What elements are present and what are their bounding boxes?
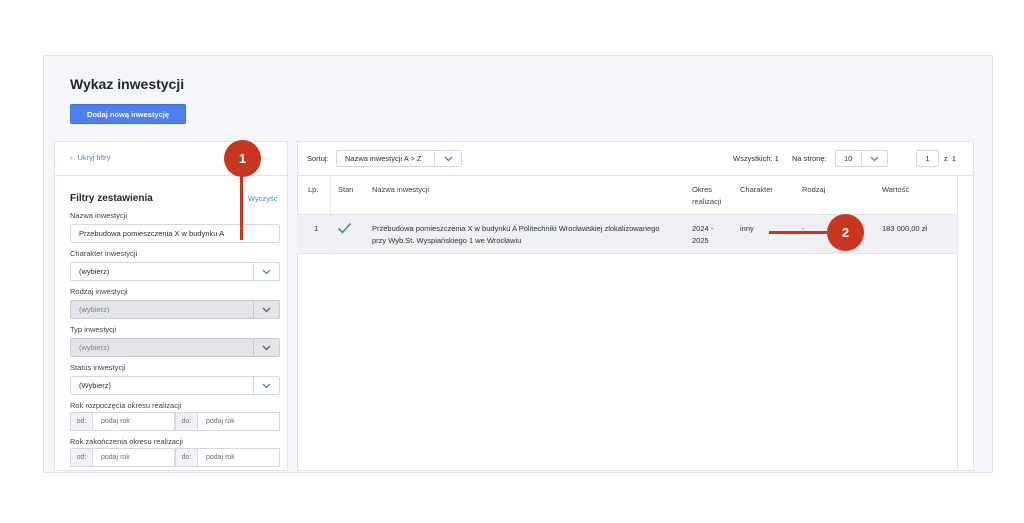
sort-label: Sortuj: <box>307 154 329 163</box>
chevron-down-icon <box>253 339 279 356</box>
header-lp: Lp. <box>308 185 319 194</box>
start-year-to-input[interactable]: podaj rok <box>198 412 280 431</box>
status-filter-select[interactable]: (Wybierz) <box>70 376 280 395</box>
sort-select[interactable]: Nazwa inwestycji A > Z <box>336 150 462 167</box>
row-name[interactable]: Przebudowa pomieszczenia X w budynku A P… <box>372 223 660 247</box>
row-name-line1: Przebudowa pomieszczenia X w budynku A P… <box>372 224 660 233</box>
row-period-line2: 2025 <box>692 236 709 245</box>
row-lp: 1 <box>314 224 319 233</box>
filters-title: Filtry zestawienia <box>70 193 153 204</box>
checkmark-icon <box>337 222 352 238</box>
annotation-pointer-1 <box>240 176 243 240</box>
kind-filter-value: (wybierz) <box>79 305 110 314</box>
column-divider <box>330 176 331 254</box>
total-count: Wszystkich: 1 <box>733 154 779 163</box>
annotation-marker-2: 2 <box>827 214 864 251</box>
to-prefix: do: <box>175 448 198 467</box>
table-edge <box>957 176 958 470</box>
header-period-line1: Okres <box>692 185 713 194</box>
header-period[interactable]: Okres realizacji <box>692 184 721 208</box>
type-filter-label: Typ inwestycji <box>70 325 117 334</box>
chevron-down-icon <box>253 301 279 318</box>
header-kind[interactable]: Rodzaj <box>802 184 825 196</box>
add-investment-button[interactable]: Dodaj nową inwestycję <box>70 104 186 124</box>
page-of-label: z <box>944 154 948 163</box>
clear-filters-link[interactable]: Wyczyść <box>248 194 278 203</box>
from-prefix: od: <box>70 412 93 431</box>
end-year-to-input[interactable]: podaj rok <box>198 448 280 467</box>
character-filter-value: (wybierz) <box>79 267 110 276</box>
header-character[interactable]: Charakter <box>740 184 773 196</box>
row-period: 2024 - 2025 <box>692 223 713 247</box>
per-page-value: 10 <box>844 154 853 163</box>
page-of: z 1 <box>944 154 956 163</box>
chevron-left-icon: ‹ <box>70 153 73 162</box>
divider <box>54 175 288 176</box>
end-year-from-input[interactable]: podaj rok <box>93 448 175 467</box>
name-filter-label: Nazwa inwestycji <box>70 211 128 220</box>
end-year-label: Rok zakończenia okresu realizacji <box>70 437 183 446</box>
character-filter-label: Charakter inwestycji <box>70 249 138 258</box>
start-year-from-input[interactable]: podaj rok <box>93 412 175 431</box>
hide-filters-label: Ukryj filtry <box>77 153 111 162</box>
annotation-pointer-2 <box>769 231 829 234</box>
to-prefix: do: <box>175 412 198 431</box>
chevron-down-icon[interactable] <box>861 151 887 166</box>
status-filter-label: Status inwestycji <box>70 363 126 372</box>
header-name[interactable]: Nazwa inwestycji <box>372 184 429 196</box>
per-page-label: Na stronę: <box>792 154 827 163</box>
status-filter-value: (Wybierz) <box>79 381 112 390</box>
page-title: Wykaz inwestycji <box>70 76 185 92</box>
from-prefix: od: <box>70 448 93 467</box>
annotation-marker-1: 1 <box>224 140 261 177</box>
kind-filter-label: Rodzaj inwestycji <box>70 287 128 296</box>
row-character: inny <box>740 224 754 233</box>
type-filter-value: (wybierz) <box>79 343 110 352</box>
header-status: Stan <box>338 185 354 194</box>
page-total: 1 <box>951 154 957 163</box>
character-filter-select[interactable]: (wybierz) <box>70 262 280 281</box>
name-filter-input[interactable]: Przebudowa pomieszczenia X w budynku A <box>70 224 280 243</box>
type-filter-select: (wybierz) <box>70 338 280 357</box>
chevron-down-icon[interactable] <box>253 263 279 280</box>
row-period-line1: 2024 - <box>692 224 714 233</box>
hide-filters-link[interactable]: ‹ Ukryj filtry <box>70 153 110 162</box>
page-number-input[interactable]: 1 <box>916 150 939 167</box>
row-name-line2: przy Wyb.St. Wyspiańskiego 1 we Wrocławi… <box>372 236 522 245</box>
start-year-range: od: podaj rok do: podaj rok <box>70 412 280 431</box>
chevron-down-icon[interactable] <box>434 151 461 166</box>
chevron-down-icon[interactable] <box>253 377 279 394</box>
end-year-range: od: podaj rok do: podaj rok <box>70 448 280 467</box>
divider <box>297 175 974 176</box>
header-value[interactable]: Wartość <box>882 184 909 196</box>
sort-value: Nazwa inwestycji A > Z <box>345 154 422 163</box>
start-year-label: Rok rozpoczęcia okresu realizacji <box>70 401 182 410</box>
row-value: 183 000,00 zł <box>882 224 928 233</box>
per-page-select[interactable]: 10 <box>835 150 888 167</box>
header-period-line2: realizacji <box>692 197 722 206</box>
kind-filter-select: (wybierz) <box>70 300 280 319</box>
